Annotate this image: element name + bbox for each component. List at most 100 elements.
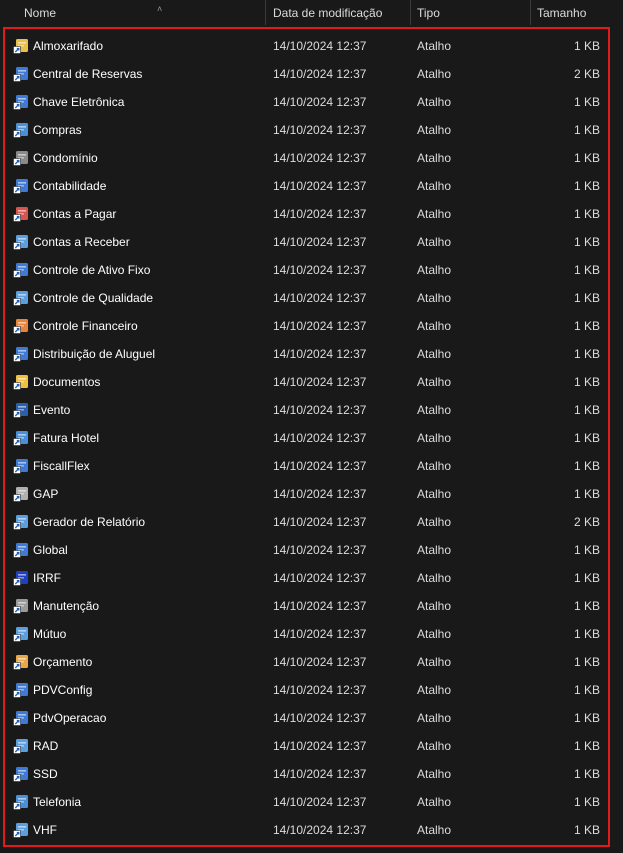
file-row[interactable]: Compras 14/10/2024 12:37 Atalho 1 KB [5,116,608,144]
file-size: 1 KB [573,179,600,193]
file-size: 1 KB [573,655,600,669]
file-size: 1 KB [573,347,600,361]
file-name: Gerador de Relatório [33,515,146,529]
file-size: 1 KB [573,739,600,753]
file-type: Atalho [417,431,452,445]
file-size: 1 KB [573,375,600,389]
file-row[interactable]: IRRF 14/10/2024 12:37 Atalho 1 KB [5,564,608,592]
hotel-icon [13,430,29,446]
file-name: Distribuição de Aluguel [33,347,156,361]
file-row[interactable]: Almoxarifado 14/10/2024 12:37 Atalho 1 KB [5,32,608,60]
file-row[interactable]: PDVConfig 14/10/2024 12:37 Atalho 1 KB [5,676,608,704]
file-name: Contas a Pagar [33,207,117,221]
file-size: 1 KB [573,795,600,809]
file-type: Atalho [417,683,452,697]
file-type: Atalho [417,123,452,137]
file-row[interactable]: Global 14/10/2024 12:37 Atalho 1 KB [5,536,608,564]
calculator-icon [13,178,29,194]
file-date: 14/10/2024 12:37 [273,403,367,417]
file-name: PDVConfig [33,683,93,697]
file-size: 1 KB [573,291,600,305]
file-row[interactable]: Gerador de Relatório 14/10/2024 12:37 Atal… [5,508,608,536]
file-name: IRRF [33,571,61,585]
file-row[interactable]: Contas a Pagar 14/10/2024 12:37 Atalho 1 KB [5,200,608,228]
file-row[interactable]: Evento 14/10/2024 12:37 Atalho 1 KB [5,396,608,424]
file-list: Almoxarifado 14/10/2024 12:37 Atalho 1 KB Ce… [3,27,610,847]
file-row[interactable]: Distribuição de Aluguel 14/10/2024 12:37 A… [5,340,608,368]
file-date: 14/10/2024 12:37 [273,739,367,753]
file-row[interactable]: Controle de Ativo Fixo 14/10/2024 12:37 At… [5,256,608,284]
file-row[interactable]: Chave Eletrônica 14/10/2024 12:37 Atalho 1 … [5,88,608,116]
file-row[interactable]: Fatura Hotel 14/10/2024 12:37 Atalho 1 KB [5,424,608,452]
file-row[interactable]: SSD 14/10/2024 12:37 Atalho 1 KB [5,760,608,788]
file-name: Condomínio [33,151,98,165]
file-row[interactable]: PdvOperacao 14/10/2024 12:37 Atalho 1 KB [5,704,608,732]
file-size: 1 KB [573,823,600,837]
file-type: Atalho [417,151,452,165]
building-icon [13,66,29,82]
file-row[interactable]: RAD 14/10/2024 12:37 Atalho 1 KB [5,732,608,760]
file-name: Telefonia [33,795,82,809]
house-icon [13,150,29,166]
file-size: 1 KB [573,39,600,53]
file-row[interactable]: Central de Reservas 14/10/2024 12:37 Atalh… [5,60,608,88]
radio-icon [13,822,29,838]
file-row[interactable]: Controle de Qualidade 14/10/2024 12:37 Ata… [5,284,608,312]
file-type: Atalho [417,515,452,529]
column-header-size[interactable]: Tamanho [531,0,623,25]
file-row[interactable]: VHF 14/10/2024 12:37 Atalho 1 KB [5,816,608,844]
file-name: SSD [33,767,58,781]
file-type: Atalho [417,235,452,249]
file-name: Orçamento [33,655,93,669]
warehouse-icon [13,38,29,54]
file-date: 14/10/2024 12:37 [273,599,367,613]
file-type: Atalho [417,599,452,613]
file-row[interactable]: Controle Financeiro 14/10/2024 12:37 Atalh… [5,312,608,340]
file-size: 1 KB [573,459,600,473]
file-row[interactable]: Contas a Receber 14/10/2024 12:37 Atalho 1 … [5,228,608,256]
file-date: 14/10/2024 12:37 [273,123,367,137]
file-date: 14/10/2024 12:37 [273,319,367,333]
file-row[interactable]: Telefonia 14/10/2024 12:37 Atalho 1 KB [5,788,608,816]
file-date: 14/10/2024 12:37 [273,39,367,53]
file-name: PdvOperacao [33,711,107,725]
file-row[interactable]: Manutenção 14/10/2024 12:37 Atalho 1 KB [5,592,608,620]
file-size: 1 KB [573,627,600,641]
file-row[interactable]: GAP 14/10/2024 12:37 Atalho 1 KB [5,480,608,508]
file-date: 14/10/2024 12:37 [273,627,367,641]
file-date: 14/10/2024 12:37 [273,655,367,669]
file-size: 1 KB [573,711,600,725]
file-row[interactable]: Orçamento 14/10/2024 12:37 Atalho 1 KB [5,648,608,676]
column-header-name[interactable]: Nome ˄ [18,0,266,25]
file-date: 14/10/2024 12:37 [273,207,367,221]
folder-icon [13,374,29,390]
file-type: Atalho [417,291,452,305]
file-size: 1 KB [573,95,600,109]
file-row[interactable]: Condomínio 14/10/2024 12:37 Atalho 1 KB [5,144,608,172]
file-date: 14/10/2024 12:37 [273,515,367,529]
key-card-icon [13,94,29,110]
file-row[interactable]: Contabilidade 14/10/2024 12:37 Atalho 1 KB [5,172,608,200]
column-header-type[interactable]: Tipo [411,0,531,25]
file-size: 1 KB [573,543,600,557]
file-size: 1 KB [573,263,600,277]
column-header-name-label: Nome [24,6,57,20]
tools-icon [13,598,29,614]
file-row[interactable]: FiscallFlex 14/10/2024 12:37 Atalho 1 KB [5,452,608,480]
column-header-date[interactable]: Data de modificação [267,0,411,25]
bill-pay-icon [13,206,29,222]
file-type: Atalho [417,711,452,725]
file-size: 1 KB [573,235,600,249]
file-row[interactable]: Documentos 14/10/2024 12:37 Atalho 1 KB [5,368,608,396]
file-name: Compras [33,123,82,137]
file-type: Atalho [417,571,452,585]
file-type: Atalho [417,767,452,781]
file-type: Atalho [417,823,452,837]
file-date: 14/10/2024 12:37 [273,151,367,165]
file-date: 14/10/2024 12:37 [273,179,367,193]
file-date: 14/10/2024 12:37 [273,487,367,501]
thumbs-up-icon [13,290,29,306]
pos-config-icon [13,682,29,698]
file-row[interactable]: Mútuo 14/10/2024 12:37 Atalho 1 KB [5,620,608,648]
file-date: 14/10/2024 12:37 [273,795,367,809]
